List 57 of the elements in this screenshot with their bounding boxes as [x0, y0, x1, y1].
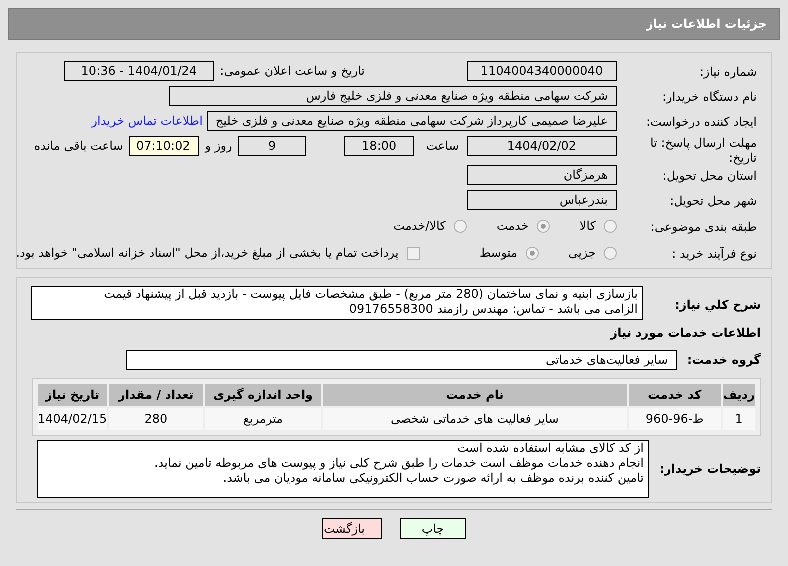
field-label: طبقه بندی موضوعی:: [650, 220, 757, 234]
field-label: استان محل تحویل:: [662, 169, 757, 183]
text-field[interactable]: 1404/01/24 - 10:36: [64, 61, 214, 81]
text-field[interactable]: 9: [238, 136, 306, 156]
column-header: تاریخ نیاز: [38, 384, 108, 406]
column-header: ردیف: [723, 384, 755, 406]
radio-label: جزیی: [568, 245, 596, 262]
radio-button[interactable]: [526, 246, 539, 260]
field-label: نام دستگاه خریدار:: [662, 90, 757, 104]
section-heading: اطلاعات خدمات مورد نیاز: [609, 325, 761, 342]
radio-button[interactable]: [454, 220, 467, 232]
field-label: ساعت: [426, 138, 459, 155]
text-field[interactable]: 18:00: [344, 136, 414, 156]
print-button[interactable]: چاپ: [400, 518, 466, 539]
field-label: روز و: [205, 138, 232, 155]
radio-label: کالا/خدمت: [394, 218, 446, 235]
column-header: تعداد / مقدار: [109, 384, 204, 406]
table-cell: سایر فعالیت های خدماتی شخصی: [323, 408, 627, 430]
field-label: مهلت ارسال پاسخ: تا تاریخ:: [649, 136, 757, 166]
text-field[interactable]: 07:10:02: [129, 136, 200, 156]
notes-textarea[interactable]: از کد کالای مشابه استفاده شده است انجام دهنده خدمات موظف است خدمات را طبق شرح کلی نیاز و پیوست های مربوطه تامین نماید. تامین کننده برنده موظف به ارائه صورت حساب الکترونیکی سامانه مودیان می باشد.: [37, 440, 649, 498]
table-cell: ط-96-960: [628, 408, 722, 430]
text-field[interactable]: 1404/02/02: [467, 136, 617, 156]
column-header: نام خدمت: [323, 384, 627, 406]
column-header: کد خدمت: [628, 384, 722, 406]
field-label: شماره نیاز:: [700, 65, 757, 79]
field-label: گروه خدمت:: [686, 352, 761, 369]
buyer-contact-link[interactable]: اطلاعات تماس خریدار: [92, 112, 203, 130]
field-label: شهر محل تحویل:: [670, 194, 757, 208]
page-title: جزئیات اطلاعات نیاز: [646, 16, 767, 33]
table-cell: 280: [109, 408, 204, 430]
back-button[interactable]: بازگشت: [322, 518, 382, 539]
field-label: توضیحات خریدار:: [658, 461, 761, 478]
radio-label: خدمت: [496, 218, 529, 235]
text-field[interactable]: سایر فعالیت‌های خدماتی: [126, 350, 677, 370]
field-label: شرح کلي نیاز:: [674, 297, 761, 314]
field-label: نوع فرآیند خرید :: [672, 247, 757, 261]
checkbox-label: پرداخت تمام یا بخشی از مبلغ خرید،از محل "اسناد خزانه اسلامی" خواهد بود.: [16, 245, 399, 262]
radio-button[interactable]: [604, 220, 617, 232]
table-cell: مترمربع: [205, 408, 322, 430]
radio-label: متوسط: [480, 245, 518, 262]
text-field[interactable]: علیرضا صمیمی کارپرداز شرکت سهامی منطقه ویژه صنایع معدنی و فلزی خلیج: [206, 111, 617, 131]
radio-button[interactable]: [604, 246, 617, 260]
text-field[interactable]: بندرعباس: [467, 190, 617, 210]
checkbox[interactable]: [406, 246, 420, 260]
text-field[interactable]: شرکت سهامی منطقه ویژه صنایع معدنی و فلزی خلیج فارس: [169, 86, 617, 106]
field-label: ایجاد کننده درخواست:: [646, 115, 757, 129]
table-cell: 1404/02/15: [38, 408, 108, 430]
column-header: واحد اندازه گیری: [205, 384, 322, 406]
text-field[interactable]: 1104004340000040: [467, 61, 617, 81]
description-textarea[interactable]: بازسازی ابنیه و نمای ساختمان (280 متر مربع) - طبق مشخصات فایل پیوست - بازدید قبل از پیشنهاد قیمت الزامی می باشد - تماس: مهندس رازمند 09176558300: [31, 286, 643, 320]
radio-label: کالا: [580, 218, 596, 235]
text-field[interactable]: هرمزگان: [467, 165, 617, 185]
table-cell: 1: [723, 408, 755, 430]
field-label: ساعت باقی مانده: [34, 138, 124, 155]
field-label: تاریخ و ساعت اعلان عمومی:: [220, 63, 365, 80]
radio-button[interactable]: [536, 220, 550, 232]
